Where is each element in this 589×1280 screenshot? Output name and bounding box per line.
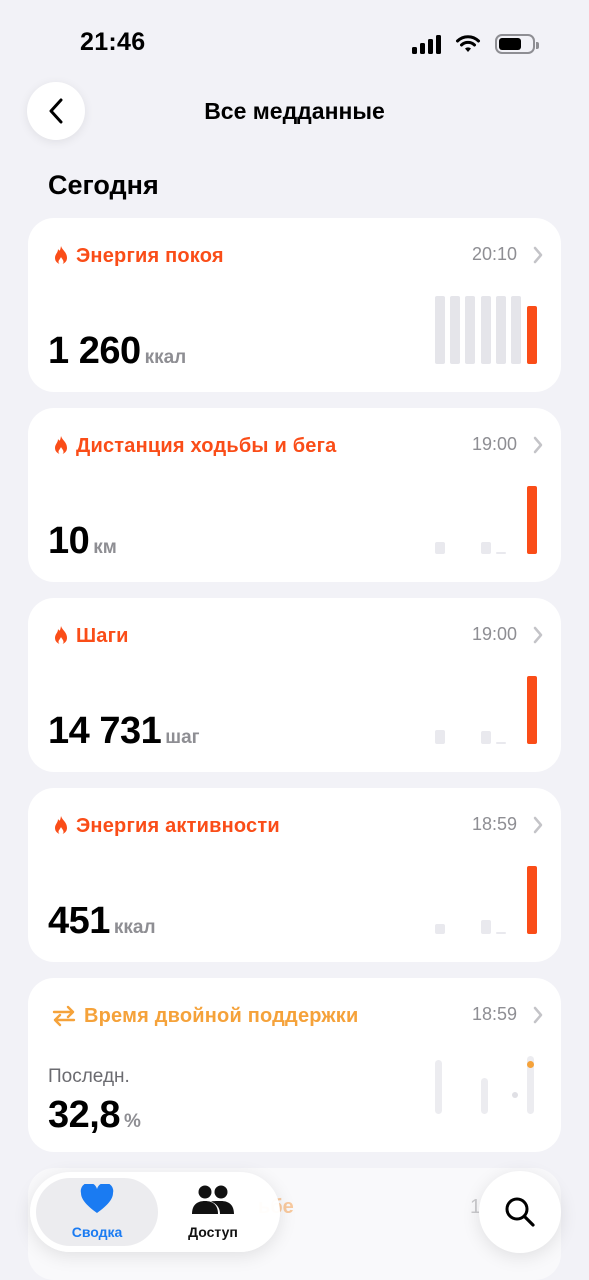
card-unit: км [93, 537, 117, 558]
card-header: Шаги 19:00 [50, 622, 543, 650]
chart-point-latest [527, 1061, 534, 1068]
chart-bar [481, 731, 491, 744]
card-title: Дистанция ходьбы и бега [76, 434, 337, 457]
card-active-energy[interactable]: Энергия активности 18:59 451 ккал [28, 788, 561, 962]
chart-bar [435, 730, 445, 744]
chart-bar [435, 542, 445, 554]
chart-bar [496, 552, 506, 554]
chart-bar-today [527, 306, 537, 364]
tab-summary-label: Сводка [71, 1224, 123, 1240]
chevron-right-icon [533, 816, 543, 834]
mini-chart [435, 486, 539, 554]
card-unit: % [123, 1111, 141, 1132]
flame-icon [50, 434, 72, 458]
card-title: Энергия покоя [76, 244, 224, 267]
mini-chart [435, 296, 539, 364]
mini-chart [435, 1056, 539, 1114]
flame-icon [50, 814, 72, 838]
chart-range-bar [481, 1078, 488, 1114]
tab-bar: Сводка Доступ [30, 1172, 280, 1252]
status-icons [412, 32, 539, 56]
card-time: 19:00 [471, 624, 517, 644]
chart-point [512, 1092, 518, 1098]
search-icon [505, 1197, 535, 1227]
card-time: 18:59 [471, 1004, 517, 1024]
cellular-signal-icon [412, 34, 441, 54]
chart-bar [496, 296, 506, 364]
chart-bar [481, 296, 491, 364]
card-value: 14 731 [48, 710, 162, 752]
card-unit: ккал [144, 347, 187, 368]
tab-summary[interactable]: Сводка [36, 1182, 158, 1244]
chevron-right-icon [533, 246, 543, 264]
card-header: Время двойной поддержки 18:59 [50, 1002, 543, 1030]
chart-bar [481, 920, 491, 934]
card-unit: шаг [165, 727, 200, 748]
section-title-today: Сегодня [48, 170, 159, 200]
search-button[interactable] [479, 1171, 561, 1253]
card-value: 451 [48, 900, 110, 942]
card-header: Энергия покоя 20:10 [50, 242, 543, 270]
status-time: 21:46 [80, 28, 146, 56]
chart-bar-today [527, 486, 537, 554]
chevron-right-icon [533, 1006, 543, 1024]
card-value-row: 10 км [48, 520, 117, 563]
chevron-right-icon [533, 436, 543, 454]
card-resting-energy[interactable]: Энергия покоя 20:10 1 260 ккал [28, 218, 561, 392]
chart-bar-today [527, 676, 537, 744]
tab-sharing-label: Доступ [188, 1224, 238, 1240]
card-value-row: 14 731 шаг [48, 710, 200, 753]
flame-icon [50, 624, 72, 648]
chart-bar [450, 296, 460, 364]
mini-chart [435, 676, 539, 744]
flame-icon [50, 244, 72, 268]
card-time: 19:00 [471, 434, 517, 454]
card-header: Энергия активности 18:59 [50, 812, 543, 840]
card-value: 32,8 [48, 1094, 120, 1136]
card-sublabel: Последн. [48, 1066, 130, 1087]
chart-range-bar [435, 1060, 442, 1114]
double-support-icon [50, 1004, 78, 1028]
card-value-row: 1 260 ккал [48, 330, 186, 373]
card-steps[interactable]: Шаги 19:00 14 731 шаг [28, 598, 561, 772]
people-icon [192, 1185, 234, 1214]
card-time: 20:10 [471, 244, 517, 264]
card-time: 18:59 [471, 814, 517, 834]
heart-icon [80, 1184, 114, 1213]
mini-chart [435, 866, 539, 934]
card-title: Время двойной поддержки [84, 1004, 359, 1027]
status-bar: 21:46 [0, 0, 589, 80]
card-double-support-time[interactable]: Время двойной поддержки 18:59 Последн. 3… [28, 978, 561, 1152]
card-walking-running-distance[interactable]: Дистанция ходьбы и бега 19:00 10 км [28, 408, 561, 582]
card-title: Шаги [76, 624, 129, 647]
wifi-icon [456, 35, 480, 52]
card-header: Дистанция ходьбы и бега 19:00 [50, 432, 543, 460]
chart-bar [511, 296, 521, 364]
chart-bar [435, 924, 445, 934]
card-value-row: 451 ккал [48, 900, 156, 943]
card-title: Энергия активности [76, 814, 280, 837]
battery-icon [495, 34, 539, 54]
chart-bar [481, 542, 491, 554]
page-title: Все медданные [204, 98, 385, 124]
card-value-row: 32,8 % [48, 1094, 141, 1137]
chart-bar [435, 296, 445, 364]
tab-sharing[interactable]: Доступ [152, 1182, 274, 1244]
chart-bar [496, 742, 506, 744]
card-value: 1 260 [48, 330, 141, 372]
chart-bar [465, 296, 475, 364]
chevron-right-icon [533, 626, 543, 644]
card-unit: ккал [113, 917, 156, 938]
chart-bar-today [527, 866, 537, 934]
chart-bar [496, 932, 506, 934]
card-value: 10 [48, 520, 90, 562]
